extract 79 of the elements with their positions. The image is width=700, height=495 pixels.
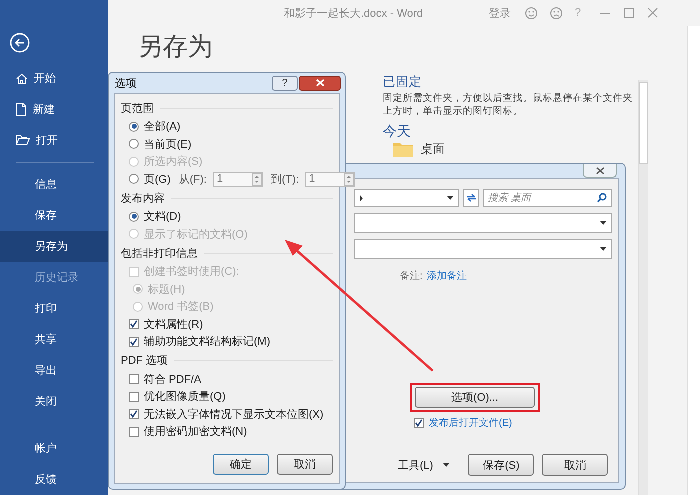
number-field[interactable]: 1 <box>213 172 263 187</box>
frown-icon <box>550 6 563 20</box>
sidebar-item[interactable]: 另存为 <box>0 231 108 262</box>
checkmark-icon <box>130 320 138 328</box>
sidebar-item[interactable]: 打开 <box>0 125 108 156</box>
section-title: PDF 选项 <box>121 354 168 368</box>
path-field[interactable] <box>354 189 459 207</box>
window-title: 和影子一起长大.docx - Word <box>284 6 424 20</box>
checkmark-icon <box>415 419 423 427</box>
add-notes-link[interactable]: 添加备注 <box>426 269 467 283</box>
caret-icon <box>600 221 607 225</box>
checkbox[interactable]: 文档属性(R) <box>129 316 204 332</box>
field-label: 到(T): <box>271 172 300 187</box>
notes-label: 备注: <box>400 270 423 283</box>
search-icon <box>597 193 607 203</box>
checkmark-icon <box>130 410 138 418</box>
section-title: 包括非打印信息 <box>121 246 198 260</box>
refresh-icon <box>466 193 476 203</box>
close-icon <box>647 7 660 19</box>
home-icon <box>16 72 28 84</box>
sidebar-item[interactable]: 反馈 <box>0 464 108 495</box>
sidebar-item[interactable]: 帐户 <box>0 433 108 464</box>
refresh-button[interactable] <box>463 189 479 207</box>
sidebar-item[interactable]: 新建 <box>0 94 108 125</box>
checkbox[interactable]: 优化图像质量(Q) <box>129 389 226 404</box>
dropdown-field[interactable] <box>354 239 612 259</box>
caret-icon <box>447 196 454 200</box>
field-label: 从(F): <box>178 172 207 187</box>
dialog-button[interactable]: 确定 <box>213 454 269 475</box>
close-icon <box>596 166 604 174</box>
sidebar-item[interactable]: 共享 <box>0 324 108 355</box>
radio-button[interactable]: 当前页(E) <box>129 136 192 152</box>
radio-button[interactable]: 文档(D) <box>129 209 182 224</box>
sidebar-item[interactable]: 打印 <box>0 293 108 324</box>
scrollbar[interactable] <box>687 26 700 495</box>
dialog-button[interactable]: 取消 <box>277 454 333 475</box>
tools-menu[interactable]: 工具(L) <box>398 458 450 472</box>
dialog-title: 选项 <box>115 76 138 90</box>
dialog-button[interactable]: 保存(S) <box>468 454 534 476</box>
checkbox[interactable]: 符合 PDF/A <box>129 372 202 387</box>
checkbox[interactable]: 使用密码加密文档(N) <box>129 424 248 440</box>
close-button[interactable] <box>299 76 341 90</box>
page-heading: 另存为 <box>138 32 214 63</box>
checkbox[interactable]: 发布后打开文件(E) <box>414 416 612 430</box>
checkbox[interactable]: 辅助功能文档结构标记(M) <box>129 334 270 350</box>
scrollbar[interactable] <box>638 80 648 495</box>
dropdown-field[interactable] <box>354 213 612 233</box>
folder-icon <box>393 141 413 157</box>
radio-button[interactable]: 页(G) <box>129 172 171 187</box>
dialog-button[interactable]: 取消 <box>542 454 608 476</box>
section-title: 今天 <box>383 123 412 140</box>
options-button[interactable]: 选项(O)... <box>415 387 535 408</box>
radio-button[interactable]: 全部(A) <box>129 119 181 134</box>
sidebar-item[interactable]: 关闭 <box>0 386 108 417</box>
section-title: 页范围 <box>121 102 154 116</box>
checkbox[interactable]: 无法嵌入字体情况下显示文本位图(X) <box>129 406 324 422</box>
section-title: 已固定 <box>383 74 423 91</box>
sidebar-item[interactable]: 保存 <box>0 200 108 231</box>
close-icon <box>316 79 324 87</box>
folder-icon <box>16 135 30 146</box>
smiley-icon <box>525 6 538 20</box>
help-button[interactable]: ? <box>272 76 298 90</box>
close-button[interactable] <box>583 164 617 178</box>
checkmark-icon <box>130 338 138 346</box>
spinner-icon <box>252 172 262 186</box>
sidebar-item[interactable]: 信息 <box>0 169 108 200</box>
number-field[interactable]: 1 <box>305 172 356 187</box>
section-title: 发布内容 <box>121 192 165 206</box>
sidebar-item[interactable]: 开始 <box>0 63 108 94</box>
chevron-icon <box>359 194 364 202</box>
sidebar-item[interactable]: 导出 <box>0 355 108 386</box>
maximize-icon <box>623 7 636 19</box>
document-icon <box>16 103 27 116</box>
description-text: 固定所需文件夹，方便以后查找。鼠标悬停在某个文件夹上方时，单击显示的图钉图标。 <box>383 92 634 118</box>
back-icon <box>10 33 30 53</box>
folder-name[interactable]: 桌面 <box>421 142 445 156</box>
caret-icon <box>600 247 607 251</box>
search-field[interactable]: 搜索 桌面 <box>483 189 612 207</box>
caret-icon <box>443 463 450 467</box>
